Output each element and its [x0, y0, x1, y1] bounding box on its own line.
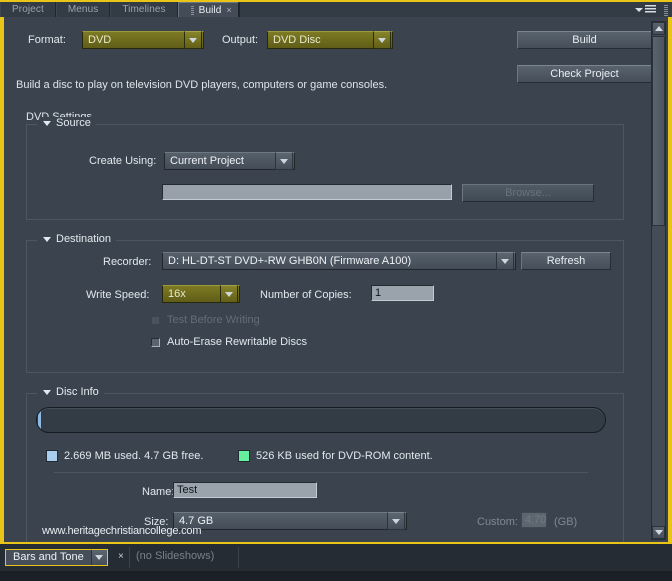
- write-speed-label: Write Speed:: [86, 289, 150, 301]
- copies-input[interactable]: 1: [371, 285, 434, 301]
- custom-size-label: Custom:: [477, 516, 518, 528]
- source-group: Source: [26, 117, 624, 220]
- test-before-writing-label: Test Before Writing: [167, 314, 260, 326]
- auto-erase-label: Auto-Erase Rewritable Discs: [167, 336, 307, 348]
- check-project-button[interactable]: Check Project: [517, 65, 652, 83]
- destination-group-label: Destination: [56, 233, 112, 245]
- disc-name-input[interactable]: Test: [173, 482, 317, 498]
- scroll-up-arrow-icon[interactable]: [652, 22, 665, 35]
- format-value: DVD: [88, 34, 112, 46]
- source-path-input[interactable]: [162, 184, 452, 200]
- disc-size-dropdown[interactable]: 4.7 GB: [173, 512, 407, 530]
- used-color-swatch: [46, 450, 58, 462]
- watermark-text: www.heritagechristiancollege.com: [42, 525, 202, 537]
- chevron-down-icon[interactable]: [220, 285, 238, 303]
- build-panel-content: Format: DVD Output: DVD Disc Build Check…: [4, 17, 668, 542]
- tab-build[interactable]: Build ×: [177, 2, 239, 18]
- chevron-down-icon[interactable]: [387, 512, 405, 530]
- vertical-scrollbar[interactable]: [651, 21, 666, 540]
- output-dropdown[interactable]: DVD Disc: [267, 31, 393, 49]
- disc-used-legend: 2.669 MB used. 4.7 GB free.: [46, 450, 203, 462]
- status-bar: Bars and Tone × (no Slideshows): [0, 544, 672, 581]
- output-label: Output:: [222, 34, 259, 46]
- build-description: Build a disc to play on television DVD p…: [16, 79, 388, 91]
- triangle-down-icon[interactable]: [43, 120, 51, 126]
- recorder-value: D: HL-DT-ST DVD+-RW GHB0N (Firmware A100…: [168, 255, 412, 267]
- disc-name-label: Name:: [142, 486, 175, 498]
- dvdrom-color-swatch: [238, 450, 250, 462]
- triangle-down-icon[interactable]: [43, 389, 51, 395]
- scrollbar-thumb[interactable]: [652, 36, 665, 226]
- tab-bar-empty-area: [238, 2, 672, 17]
- recorder-label: Recorder:: [103, 256, 152, 268]
- source-group-label: Source: [56, 117, 91, 129]
- chevron-down-icon[interactable]: [373, 31, 391, 49]
- write-speed-value: 16x: [168, 288, 186, 300]
- browse-button[interactable]: Browse...: [462, 184, 594, 202]
- disc-info-group-label: Disc Info: [56, 386, 99, 398]
- dvdrom-text: 526 KB used for DVD-ROM content.: [256, 450, 433, 462]
- disc-used-text: 2.669 MB used. 4.7 GB free.: [64, 450, 204, 462]
- build-panel-frame: Format: DVD Output: DVD Disc Build Check…: [0, 17, 672, 544]
- custom-size-input[interactable]: 4.70: [521, 512, 547, 528]
- create-using-label: Create Using:: [89, 155, 157, 167]
- copies-label: Number of Copies:: [260, 289, 352, 301]
- panel-menu-icon[interactable]: [635, 5, 656, 14]
- triangle-down-icon[interactable]: [43, 236, 51, 242]
- scroll-down-arrow-icon[interactable]: [652, 526, 665, 539]
- refresh-button[interactable]: Refresh: [521, 252, 611, 270]
- tab-build-label: Build: [198, 4, 222, 16]
- source-group-title[interactable]: Source: [41, 117, 96, 129]
- checkbox-icon[interactable]: [151, 315, 160, 325]
- create-using-dropdown[interactable]: Current Project: [164, 152, 295, 170]
- chevron-down-icon: [635, 7, 643, 12]
- checkbox-icon[interactable]: [151, 337, 160, 347]
- tab-grip-icon: [190, 5, 194, 15]
- disc-info-divider: [54, 472, 588, 473]
- bars-and-tone-label: Bars and Tone: [13, 551, 84, 563]
- format-label: Format:: [28, 34, 66, 46]
- format-dropdown[interactable]: DVD: [82, 31, 204, 49]
- chevron-down-icon[interactable]: [90, 550, 107, 565]
- panel-grip-icon[interactable]: [664, 5, 668, 16]
- status-bar-strip: [0, 571, 672, 581]
- tab-project[interactable]: Project: [0, 2, 56, 17]
- status-divider: [129, 547, 130, 568]
- build-panel-window: Project Menus Timelines Build × Format: …: [0, 0, 672, 581]
- disc-used-fill: [38, 409, 41, 431]
- tab-bar: Project Menus Timelines Build ×: [0, 0, 672, 17]
- test-before-writing-checkbox-row[interactable]: Test Before Writing: [151, 314, 260, 326]
- close-icon[interactable]: ×: [118, 551, 124, 562]
- create-using-value: Current Project: [170, 155, 244, 167]
- tab-timelines[interactable]: Timelines: [110, 2, 178, 17]
- build-button[interactable]: Build: [517, 31, 652, 49]
- recorder-dropdown[interactable]: D: HL-DT-ST DVD+-RW GHB0N (Firmware A100…: [162, 252, 516, 270]
- disc-capacity-bar: [36, 407, 606, 433]
- hamburger-icon: [645, 5, 656, 14]
- disc-info-group-title[interactable]: Disc Info: [41, 386, 104, 398]
- custom-size-unit: (GB): [554, 516, 578, 528]
- destination-group-title[interactable]: Destination: [41, 233, 117, 245]
- chevron-down-icon[interactable]: [184, 31, 202, 49]
- write-speed-dropdown[interactable]: 16x: [162, 285, 240, 303]
- dvdrom-legend: 526 KB used for DVD-ROM content.: [238, 450, 433, 462]
- status-divider: [238, 547, 239, 568]
- disc-size-value: 4.7 GB: [179, 515, 214, 527]
- output-value: DVD Disc: [273, 34, 321, 46]
- no-slideshows-label: (no Slideshows): [136, 550, 215, 562]
- close-icon[interactable]: ×: [226, 3, 231, 18]
- chevron-down-icon[interactable]: [275, 152, 293, 170]
- auto-erase-checkbox-row[interactable]: Auto-Erase Rewritable Discs: [151, 336, 307, 348]
- tab-menus[interactable]: Menus: [55, 2, 111, 17]
- bars-and-tone-chip[interactable]: Bars and Tone: [5, 549, 108, 566]
- chevron-down-icon[interactable]: [496, 252, 514, 270]
